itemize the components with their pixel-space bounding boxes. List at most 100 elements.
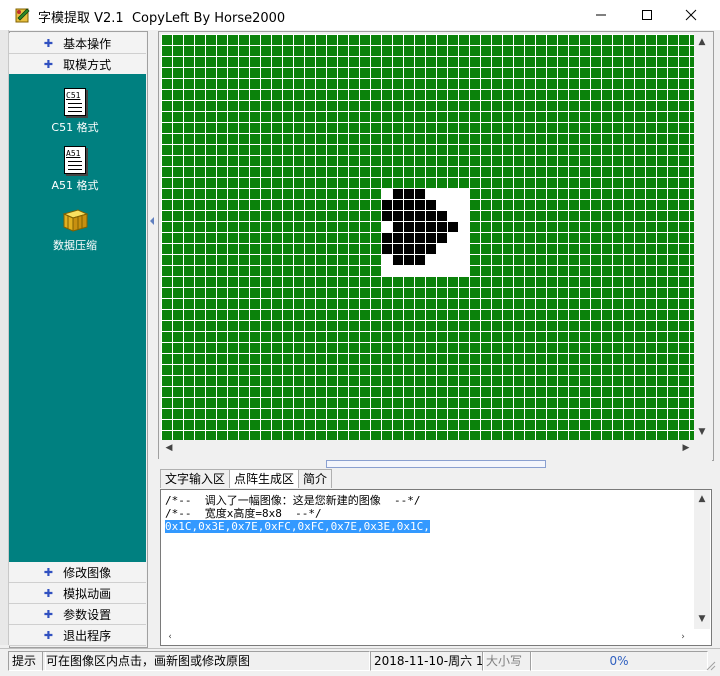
pixel-off[interactable] <box>436 265 447 276</box>
pixel-on[interactable] <box>436 221 447 232</box>
pixel-on[interactable] <box>403 243 414 254</box>
pixel-on[interactable] <box>403 199 414 210</box>
pixel-on[interactable] <box>392 199 403 210</box>
nav-exit-program[interactable]: ✚ 退出程序 <box>9 625 146 646</box>
pixel-off[interactable] <box>381 254 392 265</box>
pixel-on[interactable] <box>447 221 458 232</box>
pixel-off[interactable] <box>425 188 436 199</box>
horizontal-scrollbar[interactable]: ◀ ▶ <box>161 440 694 456</box>
pixel-on[interactable] <box>392 188 403 199</box>
pixel-grid-canvas[interactable] <box>161 34 694 440</box>
pixel-off[interactable] <box>436 199 447 210</box>
output-line-comment-2: /*-- 宽度x高度=8x8 --*/ <box>165 507 322 520</box>
pixel-on[interactable] <box>392 243 403 254</box>
pixel-off[interactable] <box>447 265 458 276</box>
pixel-on[interactable] <box>403 188 414 199</box>
nav-basic-operations[interactable]: ✚ 基本操作 <box>9 33 146 54</box>
resize-grip-icon[interactable] <box>704 659 716 674</box>
scroll-down-button[interactable]: ▼ <box>694 612 710 626</box>
pixel-off[interactable] <box>458 199 469 210</box>
text-horizontal-scrollbar[interactable]: ‹ › <box>161 629 694 644</box>
scroll-left-button[interactable]: ◀ <box>161 440 177 456</box>
pixel-on[interactable] <box>425 243 436 254</box>
vertical-scrollbar[interactable]: ▲ ▼ <box>694 34 710 440</box>
scroll-up-button[interactable]: ▲ <box>694 34 710 50</box>
nav-simulate-animation[interactable]: ✚ 模拟动画 <box>9 583 146 604</box>
pixel-on[interactable] <box>414 199 425 210</box>
pixel-off[interactable] <box>447 188 458 199</box>
minimize-button[interactable] <box>578 0 624 30</box>
pixel-off[interactable] <box>425 254 436 265</box>
expand-icon: ✚ <box>43 586 54 600</box>
pixel-off[interactable] <box>458 254 469 265</box>
pixel-off[interactable] <box>436 243 447 254</box>
pixel-off[interactable] <box>447 243 458 254</box>
pixel-off[interactable] <box>458 265 469 276</box>
pixel-on[interactable] <box>425 210 436 221</box>
pixel-off[interactable] <box>447 199 458 210</box>
pixel-off[interactable] <box>381 221 392 232</box>
close-button[interactable] <box>668 0 714 30</box>
pixel-on[interactable] <box>403 254 414 265</box>
pixel-off[interactable] <box>414 265 425 276</box>
vertical-splitter[interactable] <box>148 31 156 646</box>
text-vertical-scrollbar[interactable]: ▲ ▼ <box>694 490 710 629</box>
pixel-off[interactable] <box>458 243 469 254</box>
pixel-off[interactable] <box>403 265 414 276</box>
horizontal-splitter[interactable] <box>158 459 712 468</box>
pixel-on[interactable] <box>381 199 392 210</box>
tab-dot-matrix-output[interactable]: 点阵生成区 <box>229 469 300 488</box>
nav-extraction-mode[interactable]: ✚ 取模方式 <box>9 54 146 75</box>
pixel-off[interactable] <box>381 265 392 276</box>
pixel-off[interactable] <box>447 254 458 265</box>
nav-modify-image[interactable]: ✚ 修改图像 <box>9 562 146 583</box>
pixel-on[interactable] <box>392 221 403 232</box>
pixel-on[interactable] <box>436 210 447 221</box>
pixel-on[interactable] <box>381 232 392 243</box>
pixel-off[interactable] <box>436 188 447 199</box>
scroll-left-button[interactable]: ‹ <box>163 629 177 644</box>
pixel-on[interactable] <box>403 232 414 243</box>
pixel-on[interactable] <box>414 232 425 243</box>
pixel-on[interactable] <box>414 221 425 232</box>
nav-parameter-settings[interactable]: ✚ 参数设置 <box>9 604 146 625</box>
pixel-on[interactable] <box>414 210 425 221</box>
pixel-on[interactable] <box>403 210 414 221</box>
pixel-on[interactable] <box>425 199 436 210</box>
scroll-down-button[interactable]: ▼ <box>694 424 710 440</box>
c51-document-icon: C51 <box>64 88 86 116</box>
pixel-on[interactable] <box>392 210 403 221</box>
scroll-up-button[interactable]: ▲ <box>694 492 710 506</box>
a51-format-tool[interactable]: A51 A51 格式 <box>35 146 115 193</box>
pixel-on[interactable] <box>425 221 436 232</box>
pixel-on[interactable] <box>381 243 392 254</box>
pixel-off[interactable] <box>425 265 436 276</box>
pixel-on[interactable] <box>414 254 425 265</box>
pixel-off[interactable] <box>458 210 469 221</box>
pixel-on[interactable] <box>403 221 414 232</box>
tool-label: A51 格式 <box>51 179 99 192</box>
pixel-on[interactable] <box>436 232 447 243</box>
pixel-off[interactable] <box>447 232 458 243</box>
pixel-on[interactable] <box>392 254 403 265</box>
output-textarea[interactable]: /*-- 调入了一幅图像：这是您新建的图像 --*/ /*-- 宽度x高度=8x… <box>160 489 712 646</box>
scroll-right-button[interactable]: ▶ <box>678 440 694 456</box>
pixel-off[interactable] <box>458 221 469 232</box>
pixel-off[interactable] <box>381 188 392 199</box>
pixel-on[interactable] <box>414 243 425 254</box>
scroll-right-button[interactable]: › <box>676 629 690 644</box>
pixel-on[interactable] <box>381 210 392 221</box>
maximize-button[interactable] <box>624 0 670 30</box>
pixel-off[interactable] <box>436 254 447 265</box>
pixel-off[interactable] <box>392 265 403 276</box>
data-compress-tool[interactable]: 数据压缩 <box>35 206 115 253</box>
pixel-off[interactable] <box>458 232 469 243</box>
tab-introduction[interactable]: 简介 <box>298 469 333 488</box>
pixel-on[interactable] <box>414 188 425 199</box>
pixel-off[interactable] <box>458 188 469 199</box>
pixel-on[interactable] <box>392 232 403 243</box>
pixel-off[interactable] <box>447 210 458 221</box>
tab-text-input[interactable]: 文字输入区 <box>160 469 231 488</box>
pixel-on[interactable] <box>425 232 436 243</box>
c51-format-tool[interactable]: C51 C51 格式 <box>35 88 115 135</box>
